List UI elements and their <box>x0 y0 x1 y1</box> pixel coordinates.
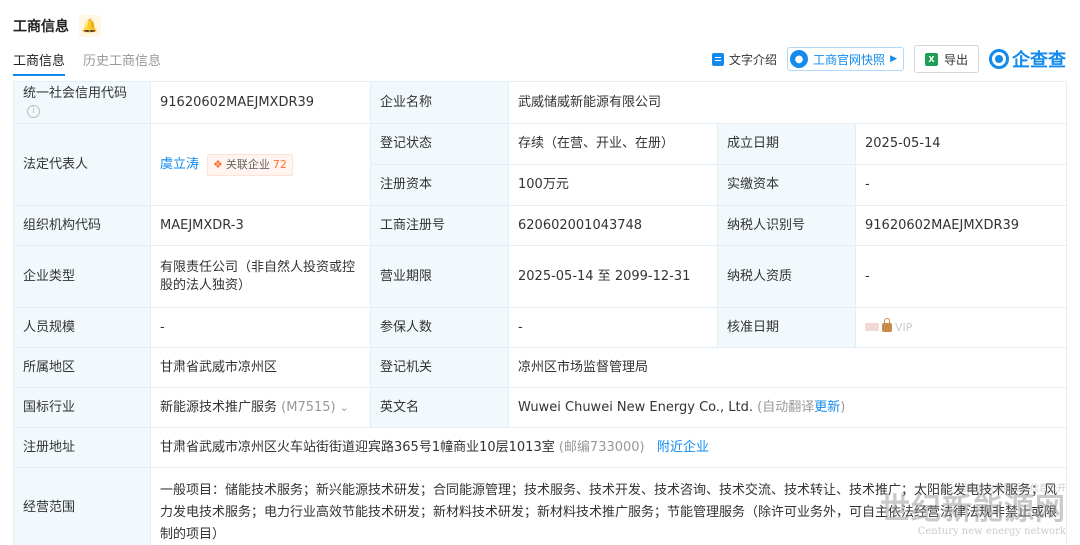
scope-label: 经营范围 <box>13 467 151 545</box>
paid-capital-label: 实缴资本 <box>717 164 856 206</box>
related-companies-count: 72 <box>272 157 287 171</box>
related-companies-badge[interactable]: ❖ 关联企业 72 <box>207 153 293 176</box>
related-companies-label: 关联企业 <box>225 157 270 171</box>
legal-rep-cell: 虞立涛 ❖ 关联企业 72 <box>150 123 371 206</box>
table-row: 企业类型 有限责任公司（非自然人投资或控股的法人独资） 营业期限 2025-05… <box>13 245 1067 308</box>
blurred-date-placeholder <box>865 323 879 331</box>
english-name-value: Wuwei Chuwei New Energy Co., Ltd. <box>518 399 753 415</box>
credit-code-label: 统一社会信用代码 <box>23 85 128 101</box>
bell-icon[interactable]: 🔔 <box>79 15 101 37</box>
snapshot-icon: ● <box>790 50 809 68</box>
company-type-label: 企业类型 <box>13 245 151 308</box>
staff-size-value: - <box>150 307 371 348</box>
table-row: 国标行业 新能源技术推广服务 (M7515) ⌄ 英文名 Wuwei Chuwei… <box>13 387 1067 428</box>
address-value: 甘肃省武威市凉州区火车站街街道迎宾路365号1幢商业10层1013室 <box>160 439 555 455</box>
english-name-label: 英文名 <box>370 387 509 428</box>
reg-number-label: 工商注册号 <box>370 205 509 246</box>
scope-value: 一般项目：储能技术服务；新兴能源技术研发；合同能源管理；技术服务、技术开发、技术… <box>150 467 1067 545</box>
industry-code: (M7515) <box>281 399 336 415</box>
credit-code-label-cell: 统一社会信用代码 i <box>13 81 151 124</box>
brand-logo-icon <box>989 49 1009 69</box>
table-row: 法定代表人 虞立涛 ❖ 关联企业 72 登记状态 存续（在营、开业、在册） 成立日期 … <box>13 123 1067 206</box>
related-network-icon: ❖ <box>213 157 223 171</box>
action-bar: 文字介绍 ● 工商官网快照 ▶ X 导出 企查查 <box>712 45 1066 73</box>
industry-cell: 新能源技术推广服务 (M7515) ⌄ <box>150 387 371 428</box>
company-type-value: 有限责任公司（非自然人投资或控股的法人独资） <box>150 245 371 308</box>
taxpayer-qual-label: 纳税人资质 <box>717 245 856 308</box>
insured-value: - <box>508 307 718 348</box>
taxpayer-id-value: 91620602MAEJMXDR39 <box>855 205 1067 246</box>
taxpayer-id-label: 纳税人识别号 <box>717 205 856 246</box>
tab-history-business-info[interactable]: 历史工商信息 <box>83 50 161 76</box>
legal-rep-name-link[interactable]: 虞立涛 <box>160 157 199 172</box>
established-value: 2025-05-14 <box>855 123 1067 165</box>
reg-status-label: 登记状态 <box>370 123 509 165</box>
info-icon[interactable]: i <box>27 104 40 118</box>
taxpayer-qual-value: - <box>855 245 1067 308</box>
export-button[interactable]: X 导出 <box>913 45 979 73</box>
text-intro-button[interactable]: 文字介绍 <box>712 51 777 68</box>
business-info-table: 统一社会信用代码 i 91620602MAEJMXDR39 企业名称 武威储威新能… <box>13 81 1067 545</box>
business-term-label: 营业期限 <box>370 245 509 308</box>
export-label: 导出 <box>943 52 968 67</box>
paid-capital-value: - <box>855 164 1067 206</box>
approval-date-cell[interactable]: VIP <box>855 307 1067 348</box>
auto-translate-note: (自动翻译 <box>757 399 815 415</box>
brand-name: 企查查 <box>1012 50 1066 71</box>
table-row: 统一社会信用代码 i 91620602MAEJMXDR39 企业名称 武威储威新能… <box>13 81 1067 124</box>
established-label: 成立日期 <box>717 123 856 165</box>
official-snapshot-label: 工商官网快照 <box>813 52 886 67</box>
play-arrow-icon: ▶ <box>890 54 897 64</box>
reg-capital-value: 100万元 <box>508 164 718 206</box>
official-snapshot-button[interactable]: ● 工商官网快照 ▶ <box>787 47 904 71</box>
company-name-value: 武威储威新能源有限公司 <box>508 81 1067 124</box>
excel-icon: X <box>924 52 938 66</box>
postcode: (邮编733000) <box>558 439 645 455</box>
region-value: 甘肃省武威市凉州区 <box>150 347 371 388</box>
reg-status-value: 存续（在营、开业、在册） <box>508 123 718 165</box>
section-header: 工商信息 🔔 工商信息 历史工商信息 文字介绍 ● 工商官网快照 ▶ X 导出 … <box>0 0 1080 80</box>
address-cell: 甘肃省武威市凉州区火车站街街道迎宾路365号1幢商业10层1013室 (邮编73… <box>150 427 1067 468</box>
org-code-label: 组织机构代码 <box>13 205 151 246</box>
table-row: 所属地区 甘肃省武威市凉州区 登记机关 凉州区市场监督管理局 <box>13 347 1067 388</box>
company-name-label: 企业名称 <box>370 81 509 124</box>
chevron-down-icon[interactable]: ⌄ <box>340 401 349 414</box>
region-label: 所属地区 <box>13 347 151 388</box>
address-label: 注册地址 <box>13 427 151 468</box>
english-name-cell: Wuwei Chuwei New Energy Co., Ltd. (自动翻译更… <box>508 387 1067 428</box>
lock-icon <box>882 317 892 332</box>
industry-label: 国标行业 <box>13 387 151 428</box>
auto-translate-close: ) <box>840 399 846 415</box>
staff-size-label: 人员规模 <box>13 307 151 348</box>
vip-tag: VIP <box>895 320 913 334</box>
text-intro-label: 文字介绍 <box>729 52 778 67</box>
tab-bar: 工商信息 历史工商信息 <box>13 50 161 76</box>
title-row: 工商信息 🔔 <box>13 14 101 38</box>
table-row: 经营范围 一般项目：储能技术服务；新兴能源技术研发；合同能源管理；技术服务、技术… <box>13 467 1067 545</box>
section-title: 工商信息 <box>13 19 69 35</box>
reg-authority-value: 凉州区市场监督管理局 <box>508 347 1067 388</box>
tab-business-info[interactable]: 工商信息 <box>13 50 66 76</box>
legal-rep-label: 法定代表人 <box>13 123 151 206</box>
reg-authority-label: 登记机关 <box>370 347 509 388</box>
reg-capital-label: 注册资本 <box>370 164 509 206</box>
reg-number-value: 620602001043748 <box>508 205 718 246</box>
industry-value: 新能源技术推广服务 <box>160 399 278 415</box>
table-row: 注册地址 甘肃省武威市凉州区火车站街街道迎宾路365号1幢商业10层1013室 … <box>13 427 1067 468</box>
org-code-value: MAEJMXDR-3 <box>150 205 371 246</box>
credit-code-value: 91620602MAEJMXDR39 <box>150 81 371 124</box>
insured-label: 参保人数 <box>370 307 509 348</box>
brand-logo: 企查查 <box>989 46 1066 72</box>
update-translation-link[interactable]: 更新 <box>814 400 840 415</box>
document-icon <box>712 52 725 66</box>
approval-date-label: 核准日期 <box>717 307 856 348</box>
table-row: 人员规模 - 参保人数 - 核准日期 VIP <box>13 307 1067 348</box>
table-row: 组织机构代码 MAEJMXDR-3 工商注册号 620602001043748 … <box>13 205 1067 246</box>
nearby-companies-link[interactable]: 附近企业 <box>657 440 709 455</box>
business-term-value: 2025-05-14 至 2099-12-31 <box>508 245 718 308</box>
